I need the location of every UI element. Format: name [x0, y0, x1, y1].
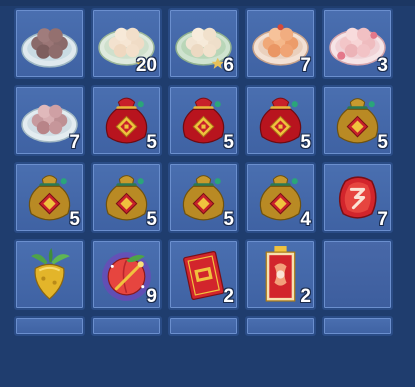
item-quantity: 5 [223, 132, 234, 153]
inventory-slot[interactable]: 7 [14, 85, 85, 156]
inventory-slot[interactable]: 5 [322, 85, 393, 156]
inventory-slot[interactable]: 2 [168, 239, 239, 310]
inventory-slot[interactable]: 20 [91, 8, 162, 79]
item-quantity: 7 [69, 132, 80, 153]
item-quantity: 5 [300, 132, 311, 153]
inventory-slot[interactable]: 5 [14, 162, 85, 233]
dumpling-plate-dark-icon [19, 13, 80, 74]
item-quantity: 5 [69, 209, 80, 230]
inventory-slot[interactable]: 7 [322, 162, 393, 233]
inventory-slot[interactable] [91, 316, 162, 336]
inventory-slot[interactable]: 3 [322, 8, 393, 79]
inventory-slot-empty[interactable] [322, 239, 393, 310]
item-quantity: 5 [146, 209, 157, 230]
inventory-slot[interactable]: 5 [168, 162, 239, 233]
inventory-slot[interactable]: 2 [245, 239, 316, 310]
item-quantity: 9 [146, 286, 157, 307]
item-quantity: 3 [377, 55, 388, 76]
golden-radish-icon [19, 244, 80, 305]
inventory-slot[interactable]: 7 [245, 8, 316, 79]
inventory-slot[interactable]: 5 [91, 162, 162, 233]
inventory-slot[interactable] [168, 316, 239, 336]
item-quantity: 5 [223, 209, 234, 230]
item-quantity: 2 [300, 286, 311, 307]
inventory-slot[interactable]: 5 [91, 85, 162, 156]
item-quantity: 20 [135, 55, 157, 76]
inventory-top-edge [0, 0, 415, 6]
inventory-slot[interactable] [245, 316, 316, 336]
inventory-slot[interactable] [14, 239, 85, 310]
inventory-slot[interactable]: 5 [245, 85, 316, 156]
inventory-slot[interactable]: 6 [168, 8, 239, 79]
inventory-slot[interactable] [322, 316, 393, 336]
inventory-slot[interactable] [14, 316, 85, 336]
inventory-slot[interactable]: 9 [91, 239, 162, 310]
item-quantity: 7 [300, 55, 311, 76]
item-quantity: 2 [223, 286, 234, 307]
item-quantity: 4 [300, 209, 311, 230]
item-quantity: 5 [146, 132, 157, 153]
item-quantity: 6 [223, 55, 234, 76]
inventory-grid: 20 6 7 3 7 5 5 5 5 5 5 5 4 7 9 2 2 [14, 8, 393, 387]
inventory-slot[interactable]: 5 [168, 85, 239, 156]
inventory-slot[interactable] [14, 8, 85, 79]
item-quantity: 5 [377, 132, 388, 153]
item-quantity: 7 [377, 209, 388, 230]
inventory-slot[interactable]: 4 [245, 162, 316, 233]
